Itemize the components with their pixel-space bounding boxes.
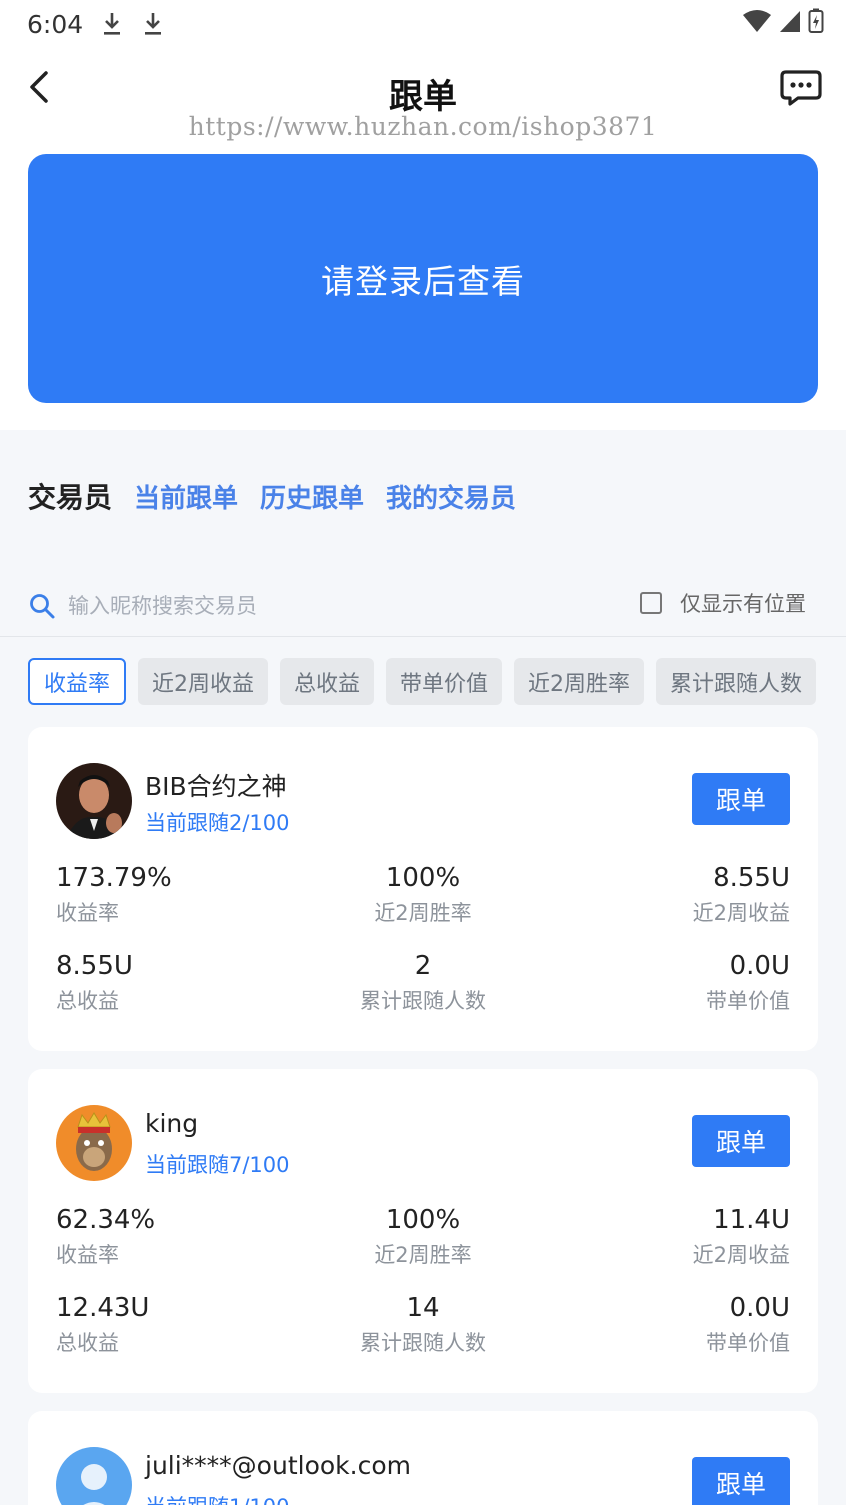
stat-2week-profit: 8.55U 近2周收益: [550, 863, 790, 927]
stat-label: 收益率: [56, 901, 119, 925]
stat-total-profit: 12.43U 总收益: [56, 1293, 296, 1357]
stat-value: 62.34%: [56, 1205, 156, 1235]
only-position-label: 仅显示有位置: [680, 592, 806, 616]
stat-2week-winrate: 100% 近2周胜率: [303, 863, 543, 927]
stat-return-rate: 173.79% 收益率: [56, 863, 296, 927]
stat-order-value: 0.0U 带单价值: [550, 951, 790, 1015]
stat-value: 11.4U: [713, 1205, 790, 1235]
avatar: [56, 1447, 132, 1505]
trader-card[interactable]: king 当前跟随7/100 跟单 62.34% 收益率 100% 近2周胜率 …: [28, 1069, 818, 1393]
stat-label: 收益率: [56, 1243, 119, 1267]
stat-return-rate: 62.34% 收益率: [56, 1205, 296, 1269]
stat-label: 累计跟随人数: [360, 989, 486, 1013]
stat-value: 173.79%: [56, 863, 172, 893]
avatar: [56, 1105, 132, 1181]
stat-value: 100%: [385, 863, 461, 893]
filter-return-rate[interactable]: 收益率: [28, 658, 127, 705]
stat-value: 8.55U: [56, 951, 133, 981]
message-icon[interactable]: [780, 69, 822, 107]
download-icon: [104, 13, 120, 35]
stat-order-value: 0.0U 带单价值: [550, 1293, 790, 1357]
sort-filter-bar: 收益率 近2周收益 总收益 带单价值 近2周胜率 累计跟随人数: [28, 658, 817, 705]
copy-trade-button[interactable]: 跟单: [692, 1457, 790, 1505]
only-position-checkbox[interactable]: [640, 592, 662, 614]
stat-label: 带单价值: [706, 1331, 790, 1355]
filter-order-value[interactable]: 带单价值: [386, 658, 503, 705]
stat-value: 100%: [385, 1205, 461, 1235]
trader-card[interactable]: juli****@outlook.com 当前跟随1/100 跟单: [28, 1411, 818, 1505]
status-bar: 6:04: [0, 0, 846, 48]
search-input[interactable]: [68, 594, 548, 618]
stat-label: 近2周收益: [692, 1243, 790, 1267]
stat-label: 近2周胜率: [374, 1243, 472, 1267]
only-position-toggle[interactable]: 仅显示有位置: [640, 588, 806, 618]
tab-current-copy[interactable]: 当前跟单: [134, 478, 238, 515]
stat-value: 0.0U: [729, 1293, 790, 1323]
stat-value: 8.55U: [713, 863, 790, 893]
stat-label: 带单价值: [706, 989, 790, 1013]
search-bar: [28, 588, 588, 624]
stat-value: 0.0U: [729, 951, 790, 981]
stat-value: 14: [406, 1293, 440, 1323]
download-icon: [145, 13, 161, 35]
stat-value: 2: [414, 951, 432, 981]
filter-2week-winrate[interactable]: 近2周胜率: [514, 658, 645, 705]
stat-2week-winrate: 100% 近2周胜率: [303, 1205, 543, 1269]
login-prompt-text: 请登录后查看: [321, 261, 525, 301]
trader-name: BIB合约之神: [145, 772, 287, 801]
tab-bar: 交易员 当前跟单 历史跟单 我的交易员: [28, 476, 516, 516]
tab-history-copy[interactable]: 历史跟单: [260, 478, 364, 515]
tab-traders[interactable]: 交易员: [28, 476, 112, 516]
filter-total-followers[interactable]: 累计跟随人数: [656, 658, 817, 705]
following-count: 当前跟随2/100: [145, 811, 290, 835]
copy-trade-button[interactable]: 跟单: [692, 1115, 790, 1167]
stat-label: 累计跟随人数: [360, 1331, 486, 1355]
stat-label: 总收益: [56, 1331, 119, 1355]
filter-total-profit[interactable]: 总收益: [280, 658, 375, 705]
page-title: 跟单: [389, 77, 457, 117]
tab-my-traders[interactable]: 我的交易员: [386, 478, 516, 515]
stat-label: 近2周收益: [692, 901, 790, 925]
following-count: 当前跟随1/100: [145, 1491, 290, 1505]
stat-value: 12.43U: [56, 1293, 150, 1323]
trader-name: king: [145, 1109, 199, 1138]
login-prompt-banner[interactable]: 请登录后查看: [28, 154, 818, 403]
stat-total-followers: 14 累计跟随人数: [303, 1293, 543, 1357]
stat-label: 近2周胜率: [374, 901, 472, 925]
trader-name: juli****@outlook.com: [145, 1451, 411, 1480]
signal-icon: [780, 11, 800, 32]
stat-label: 总收益: [56, 989, 119, 1013]
stat-2week-profit: 11.4U 近2周收益: [550, 1205, 790, 1269]
following-count: 当前跟随7/100: [145, 1153, 290, 1177]
trader-card[interactable]: BIB合约之神 当前跟随2/100 跟单 173.79% 收益率 100% 近2…: [28, 727, 818, 1051]
filter-2week-profit[interactable]: 近2周收益: [138, 658, 269, 705]
wifi-icon: [743, 10, 771, 32]
status-time: 6:04: [27, 10, 84, 39]
watermark-text: https://www.huzhan.com/ishop3871: [188, 112, 658, 141]
battery-icon: [808, 8, 824, 33]
copy-trade-button[interactable]: 跟单: [692, 773, 790, 825]
avatar: [56, 763, 132, 839]
divider: [0, 636, 846, 637]
stat-total-profit: 8.55U 总收益: [56, 951, 296, 1015]
search-icon: [30, 594, 55, 619]
stat-total-followers: 2 累计跟随人数: [303, 951, 543, 1015]
